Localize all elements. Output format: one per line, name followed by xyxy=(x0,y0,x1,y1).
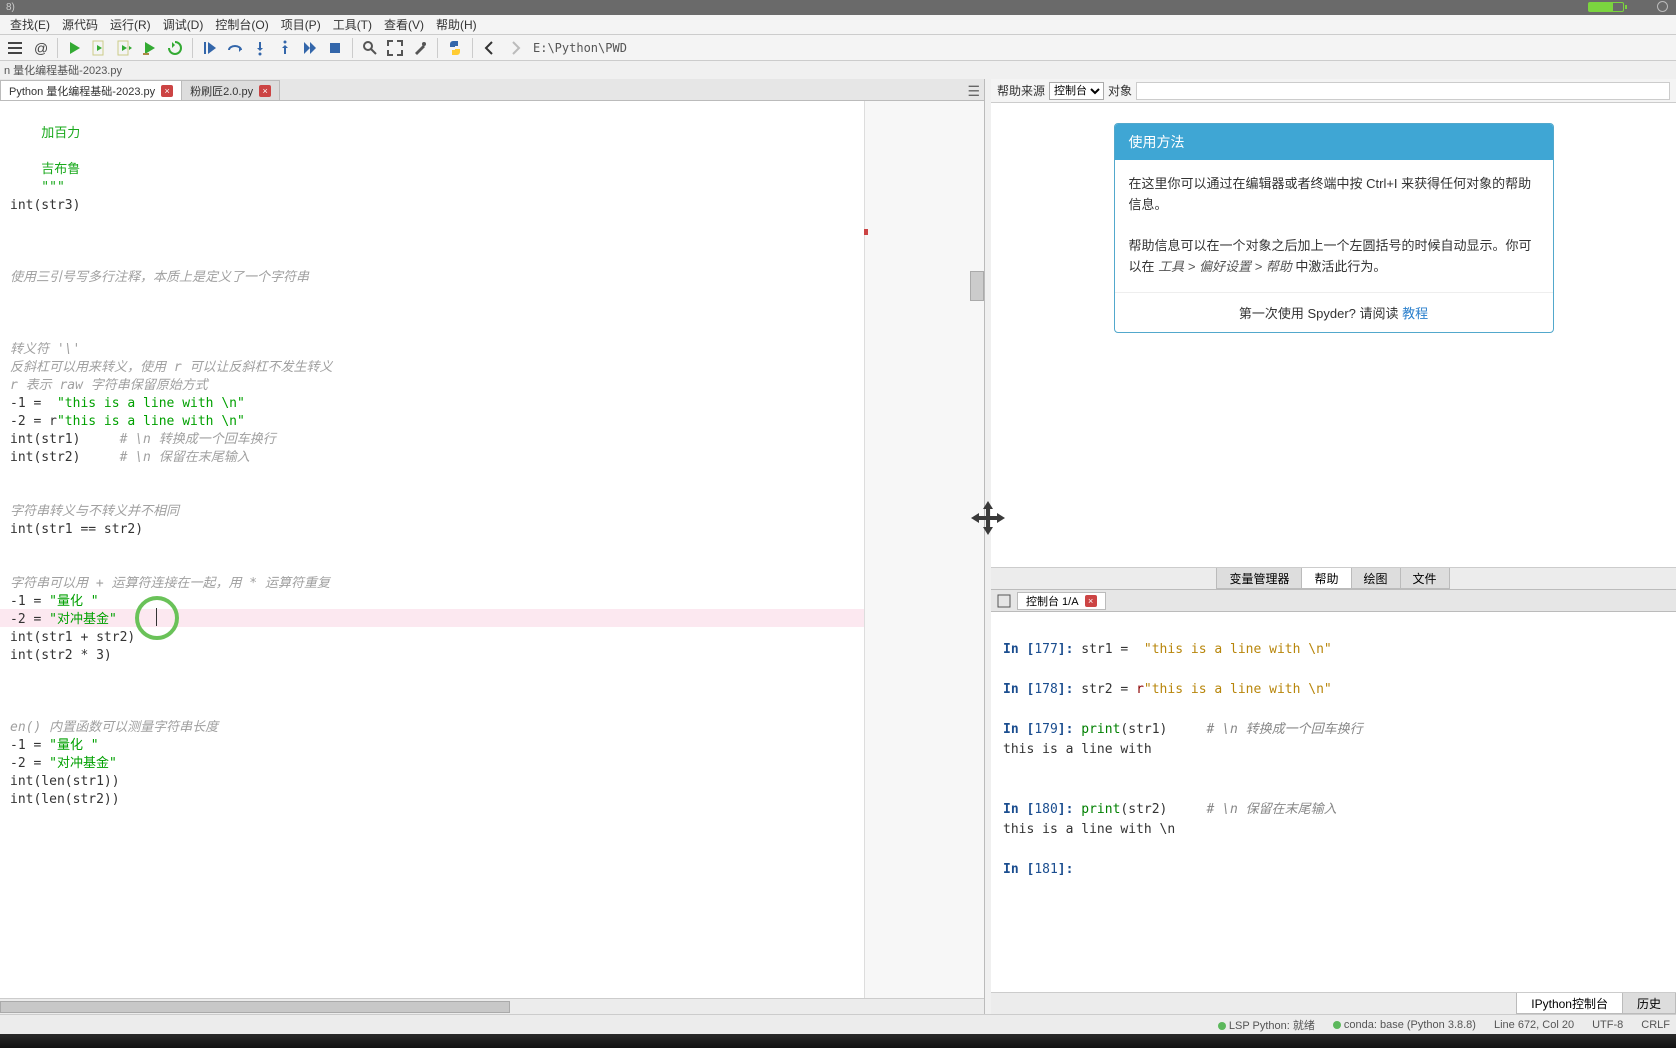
help-toolbar: 帮助来源 控制台 对象 xyxy=(991,79,1676,103)
menu-debug[interactable]: 调试(D) xyxy=(157,16,210,33)
debug-step-over-icon[interactable] xyxy=(224,37,246,59)
tab-label: Python 量化编程基础-2023.py xyxy=(9,83,155,99)
status-conda[interactable]: conda: base (Python 3.8.8) xyxy=(1333,1019,1476,1031)
svg-text:@: @ xyxy=(34,40,48,56)
run-selection-icon[interactable] xyxy=(139,37,161,59)
at-icon[interactable]: @ xyxy=(29,37,51,59)
run-cell-advance-icon[interactable] xyxy=(114,37,136,59)
help-object-input[interactable] xyxy=(1136,82,1670,100)
help-card-footer: 第一次使用 Spyder? 请阅读 教程 xyxy=(1115,292,1553,332)
help-pane: 使用方法 在这里你可以通过在编辑器或者终端中按 Ctrl+I 来获得任何对象的帮… xyxy=(991,103,1676,567)
maximize-icon[interactable] xyxy=(384,37,406,59)
code-editor[interactable]: 加百力 吉布鲁 """ int(str3) 使用三引号写多行注释，本质上是定义了… xyxy=(0,101,984,998)
horizontal-scrollbar[interactable] xyxy=(0,998,984,1014)
tab-label: 粉刷匠2.0.py xyxy=(190,83,253,99)
tab-files[interactable]: 文件 xyxy=(1400,568,1450,589)
python-icon[interactable] xyxy=(444,37,466,59)
help-source-select[interactable]: 控制台 xyxy=(1049,82,1104,100)
os-taskbar[interactable] xyxy=(0,1034,1676,1048)
debug-step-into-icon[interactable] xyxy=(249,37,271,59)
help-object-label: 对象 xyxy=(1108,82,1132,99)
tab-label: 控制台 1/A xyxy=(1026,593,1079,609)
help-card-title: 使用方法 xyxy=(1115,124,1553,160)
console-pane-tabs: IPython控制台 历史 xyxy=(991,992,1676,1014)
status-eol[interactable]: CRLF xyxy=(1641,1019,1670,1031)
status-cursor-pos: Line 672, Col 20 xyxy=(1494,1019,1574,1031)
clock-icon xyxy=(1657,1,1668,12)
forward-icon[interactable] xyxy=(504,37,526,59)
tab-history[interactable]: 历史 xyxy=(1622,993,1676,1014)
rerun-icon[interactable] xyxy=(164,37,186,59)
tab-plots[interactable]: 绘图 xyxy=(1351,568,1401,589)
menu-console[interactable]: 控制台(O) xyxy=(209,16,274,33)
menu-bar: 查找(E) 源代码 运行(R) 调试(D) 控制台(O) 项目(P) 工具(T)… xyxy=(0,15,1676,35)
working-dir-input[interactable] xyxy=(529,38,1672,58)
debug-step-out-icon[interactable] xyxy=(274,37,296,59)
debug-continue-icon[interactable] xyxy=(299,37,321,59)
tab-help[interactable]: 帮助 xyxy=(1301,568,1351,589)
status-encoding[interactable]: UTF-8 xyxy=(1592,1019,1623,1031)
help-card: 使用方法 在这里你可以通过在编辑器或者终端中按 Ctrl+I 来获得任何对象的帮… xyxy=(1114,123,1554,333)
console-tabbar: 控制台 1/A × xyxy=(991,590,1676,612)
help-source-label: 帮助来源 xyxy=(997,82,1045,99)
editor-tab-1[interactable]: Python 量化编程基础-2023.py × xyxy=(0,80,182,100)
menu-project[interactable]: 项目(P) xyxy=(275,16,327,33)
close-icon[interactable]: × xyxy=(161,85,173,97)
menu-run[interactable]: 运行(R) xyxy=(104,16,157,33)
status-lsp[interactable]: LSP Python: 就绪 xyxy=(1218,1017,1315,1033)
tutorial-link[interactable]: 教程 xyxy=(1402,306,1428,321)
debug-stop-icon[interactable] xyxy=(324,37,346,59)
help-card-body: 在这里你可以通过在编辑器或者终端中按 Ctrl+I 来获得任何对象的帮助信息。 … xyxy=(1115,160,1553,292)
text-cursor-icon xyxy=(153,608,161,626)
version-text: 8) xyxy=(6,2,15,13)
run-icon[interactable] xyxy=(64,37,86,59)
tab-menu-icon[interactable]: ☰ xyxy=(967,83,980,100)
tab-variable-explorer[interactable]: 变量管理器 xyxy=(1216,568,1302,589)
close-icon[interactable]: × xyxy=(1085,595,1097,607)
editor-tabbar: Python 量化编程基础-2023.py × 粉刷匠2.0.py × ☰ xyxy=(0,79,984,101)
tab-ipython[interactable]: IPython控制台 xyxy=(1516,993,1623,1014)
menu-edit[interactable]: 查找(E) xyxy=(4,16,56,33)
vertical-splitter[interactable] xyxy=(985,79,991,1014)
scrollbar-thumb[interactable] xyxy=(0,1001,510,1013)
breadcrumb: n 量化编程基础-2023.py xyxy=(0,61,1676,79)
hamburger-icon[interactable] xyxy=(4,37,26,59)
menu-source[interactable]: 源代码 xyxy=(56,16,104,33)
settings-icon[interactable] xyxy=(409,37,431,59)
console-options-icon[interactable] xyxy=(995,592,1013,610)
back-icon[interactable] xyxy=(479,37,501,59)
run-cell-icon[interactable] xyxy=(89,37,111,59)
breadcrumb-path[interactable]: n 量化编程基础-2023.py xyxy=(4,62,122,78)
console-tab-1[interactable]: 控制台 1/A × xyxy=(1017,592,1106,610)
help-pane-tabs: 变量管理器 帮助 绘图 文件 xyxy=(991,567,1676,589)
title-bar: 8) xyxy=(0,0,1676,15)
debug-step-start-icon[interactable] xyxy=(199,37,221,59)
find-icon[interactable] xyxy=(359,37,381,59)
status-bar: LSP Python: 就绪 conda: base (Python 3.8.8… xyxy=(0,1014,1676,1034)
ipython-console[interactable]: In [177]: str1 = "this is a line with \n… xyxy=(991,612,1676,992)
code-content: 加百力 吉布鲁 """ int(str3) 使用三引号写多行注释，本质上是定义了… xyxy=(0,101,984,809)
menu-tools[interactable]: 工具(T) xyxy=(327,16,378,33)
close-icon[interactable]: × xyxy=(259,85,271,97)
editor-tab-2[interactable]: 粉刷匠2.0.py × xyxy=(181,80,280,100)
battery-icon xyxy=(1588,2,1624,12)
menu-help[interactable]: 帮助(H) xyxy=(430,16,483,33)
main-toolbar: @ xyxy=(0,35,1676,61)
menu-view[interactable]: 查看(V) xyxy=(378,16,430,33)
